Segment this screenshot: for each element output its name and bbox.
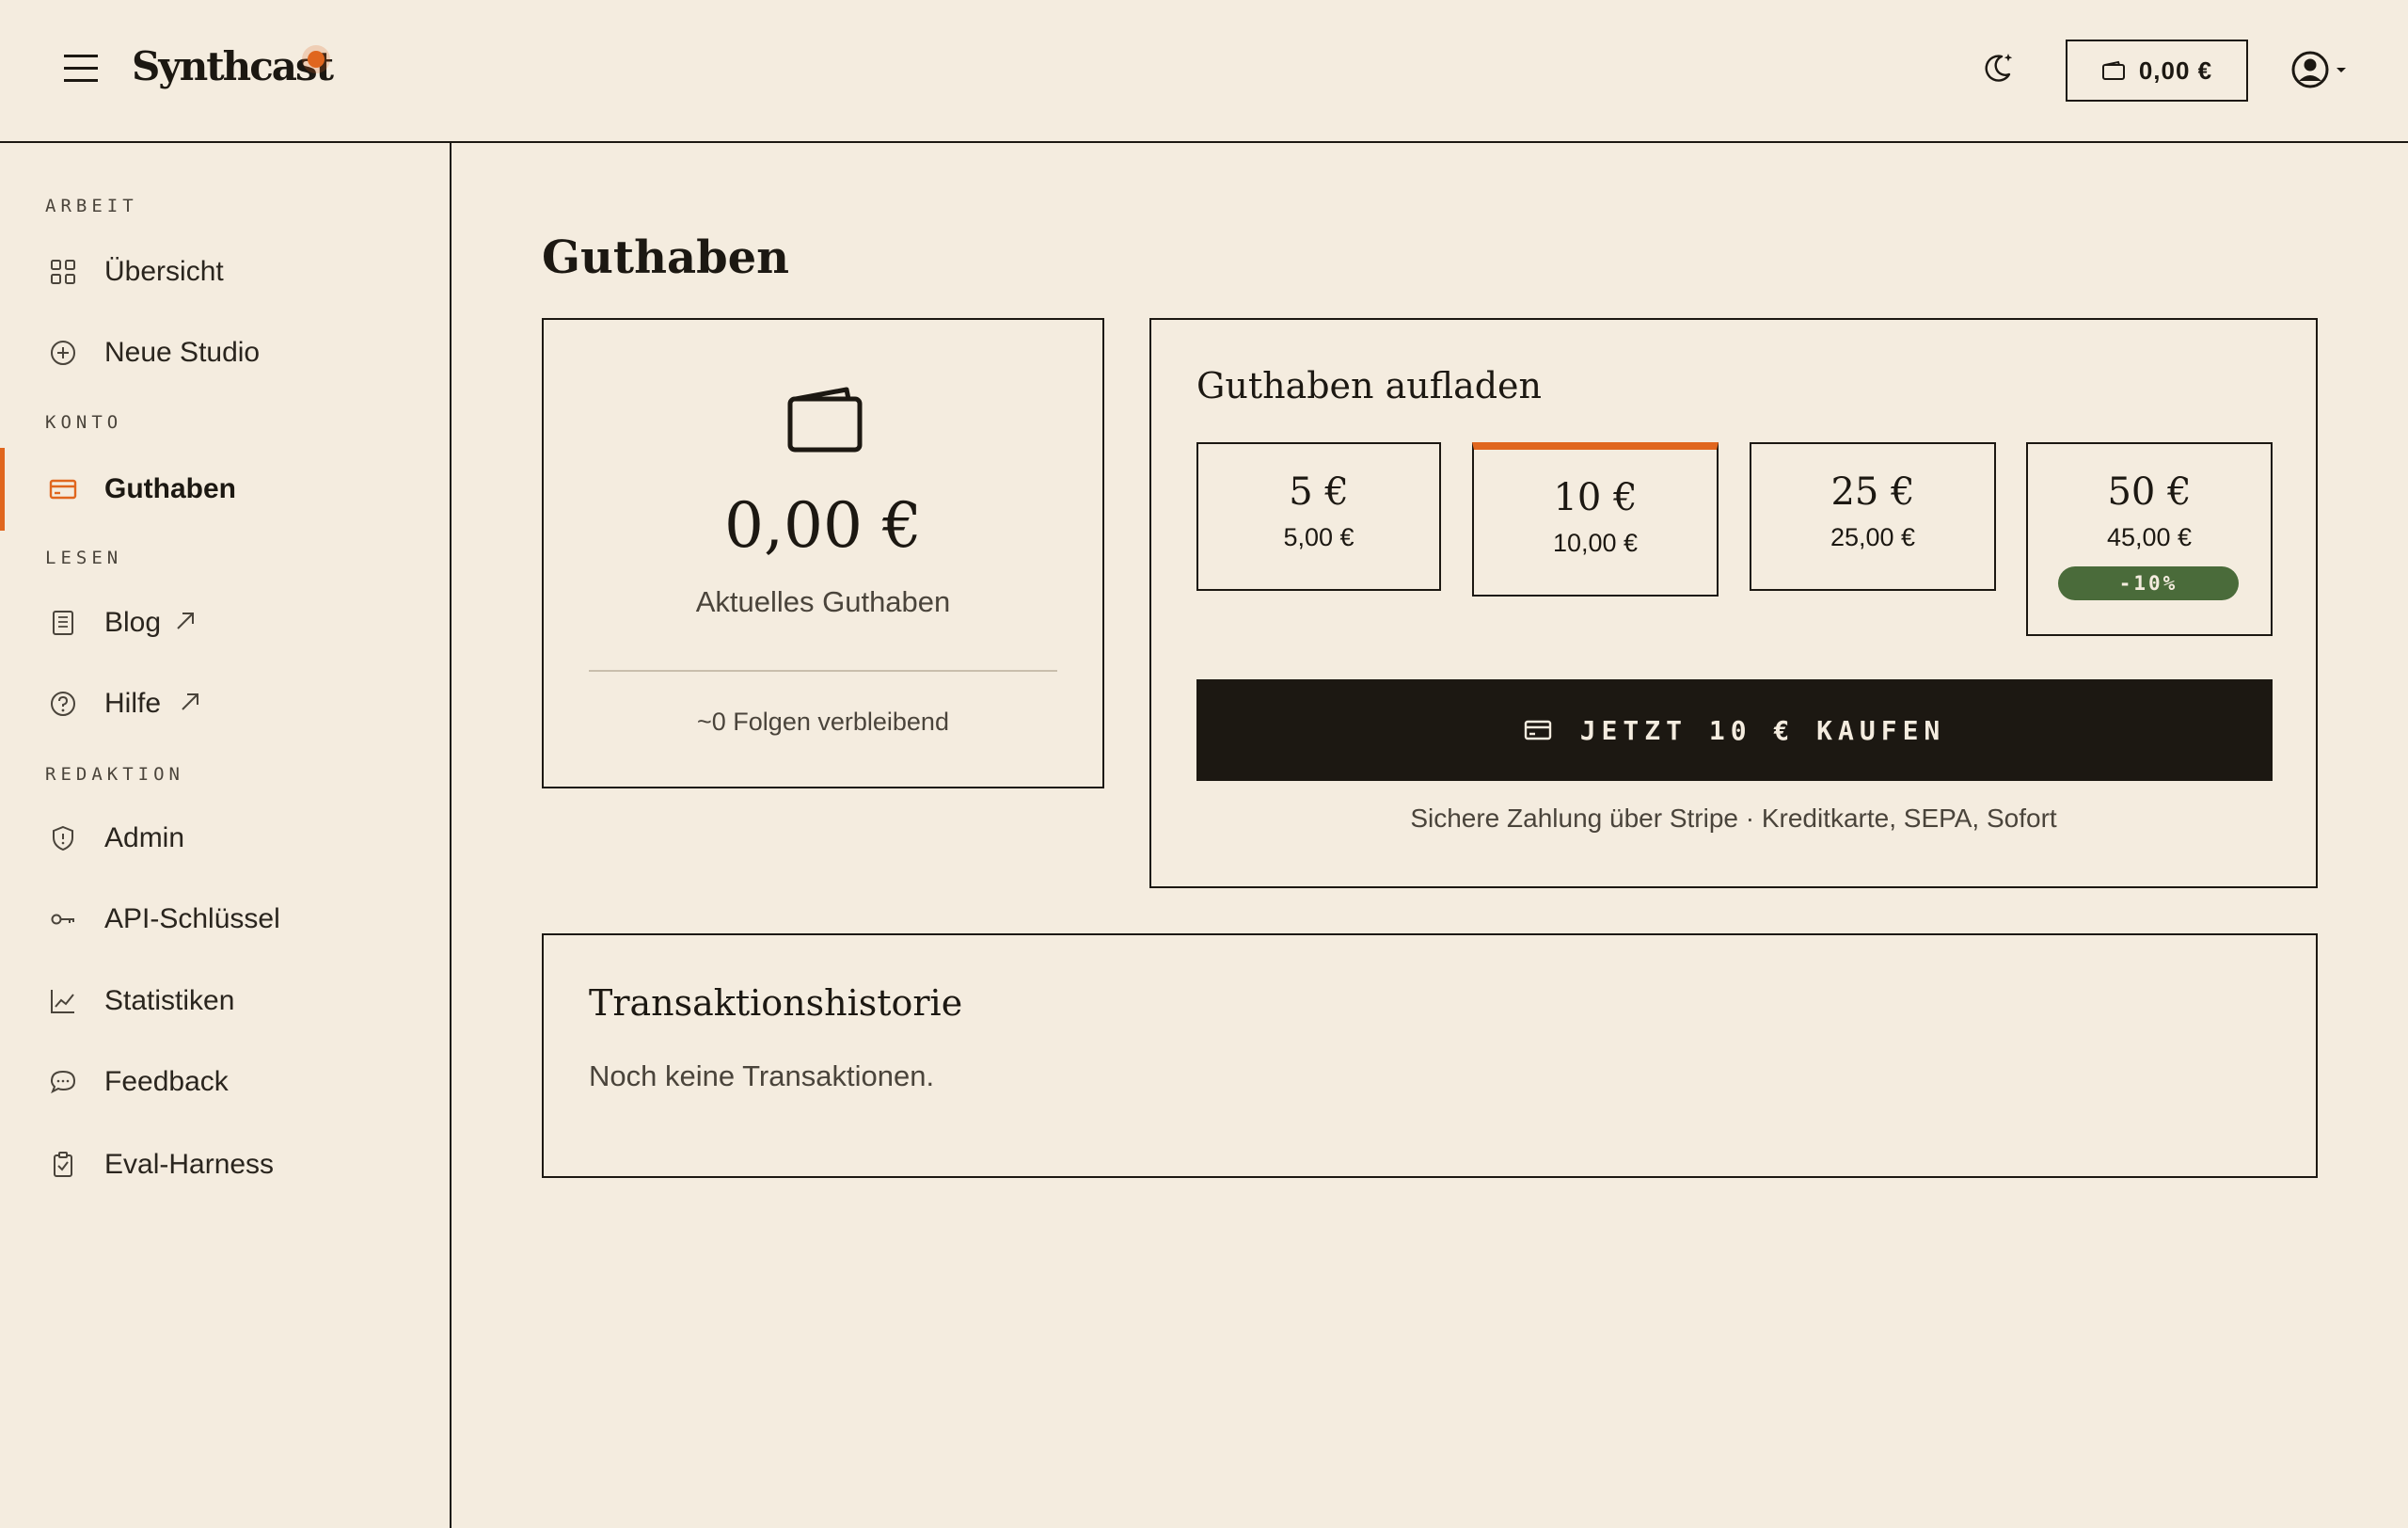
key-icon xyxy=(51,914,74,925)
sidebar-item-label: Blog xyxy=(104,607,162,638)
balance-button[interactable]: 0,00 € xyxy=(2066,40,2248,102)
pack-net-amount: 25,00 € xyxy=(1830,523,1916,551)
sidebar-item-admin[interactable]: Admin xyxy=(0,810,450,867)
pack-price: 5 € xyxy=(1289,470,1349,514)
history-title: Transaktionshistorie xyxy=(589,982,963,1024)
credit-card-icon xyxy=(1524,720,1551,740)
pack-10-euro[interactable]: 10 € 10,00 € xyxy=(1472,442,1719,597)
plus-circle-icon xyxy=(51,341,75,365)
section-label-redaktion: REDAKTION xyxy=(45,764,184,785)
sidebar-item-blog[interactable]: Blog xyxy=(0,595,450,651)
sidebar-item-label: Admin xyxy=(104,822,185,853)
chevron-down-icon xyxy=(2337,68,2346,72)
chart-line-icon xyxy=(51,990,74,1013)
user-circle-icon xyxy=(2291,51,2329,88)
pack-net-amount: 45,00 € xyxy=(2106,523,2193,551)
sidebar-item-guthaben[interactable]: Guthaben xyxy=(0,448,450,531)
sidebar-item-label: Eval-Harness xyxy=(104,1149,275,1180)
credit-card-icon xyxy=(49,479,77,500)
sidebar-item-feedback[interactable]: Feedback xyxy=(0,1054,450,1110)
pack-net-amount: 10,00 € xyxy=(1552,529,1639,557)
app-logo[interactable]: Synthcast xyxy=(132,43,334,89)
balance-amount: 0,00 € xyxy=(2138,56,2213,85)
sidebar-item-label: Feedback xyxy=(104,1066,229,1097)
grid-icon xyxy=(51,260,75,284)
external-link-icon xyxy=(177,613,194,629)
moon-icon[interactable] xyxy=(1979,49,2017,87)
pack-50-euro[interactable]: 50 € 45,00 € -10% xyxy=(2026,442,2273,636)
pack-price: 50 € xyxy=(2107,470,2192,514)
sidebar-item-eval-harness[interactable]: Eval-Harness xyxy=(0,1137,450,1193)
section-label-lesen: LESEN xyxy=(45,548,123,568)
divider xyxy=(589,670,1057,672)
sidebar-item-label: Neue Studio xyxy=(104,337,261,368)
current-balance-caption: Aktuelles Guthaben xyxy=(695,585,951,618)
episodes-remaining: ~0 Folgen verbleibend xyxy=(697,708,949,736)
sidebar-item-statistiken[interactable]: Statistiken xyxy=(0,973,450,1029)
pack-price: 25 € xyxy=(1830,470,1915,514)
sidebar-item-label: API-Schlüssel xyxy=(104,903,280,934)
pack-5-euro[interactable]: 5 € 5,00 € xyxy=(1196,442,1441,591)
sidebar-item-neue-studio[interactable]: Neue Studio xyxy=(0,325,450,381)
discount-badge: -10% xyxy=(2058,566,2239,600)
sidebar-item-label: Statistiken xyxy=(104,985,235,1016)
sidebar-item-label: Hilfe xyxy=(104,688,162,719)
sidebar: ARBEIT Übersicht Neue Studio KONTO Gutha… xyxy=(0,143,452,1528)
history-empty-state: Noch keine Transaktionen. xyxy=(589,1059,935,1092)
sidebar-item-hilfe[interactable]: Hilfe xyxy=(0,676,450,732)
wallet-icon xyxy=(2101,60,2125,80)
pack-price: 10 € xyxy=(1553,476,1638,519)
pack-net-amount: 5,00 € xyxy=(1283,523,1354,551)
transaction-history-card: Transaktionshistorie Noch keine Transakt… xyxy=(542,933,2318,1178)
clipboard-check-icon xyxy=(54,1152,72,1177)
top-bar: Synthcast 0,00 € xyxy=(0,0,2408,143)
wallet-icon xyxy=(787,387,863,453)
active-indicator xyxy=(0,448,5,531)
sidebar-item-uebersicht[interactable]: Übersicht xyxy=(0,244,450,300)
balance-card: 0,00 € Aktuelles Guthaben ~0 Folgen verb… xyxy=(542,318,1104,788)
shield-icon xyxy=(53,825,73,852)
page-title: Guthaben xyxy=(542,231,790,284)
payment-note: Sichere Zahlung über Stripe · Kreditkart… xyxy=(1410,804,2057,833)
section-label-arbeit: ARBEIT xyxy=(45,196,138,216)
pack-25-euro[interactable]: 25 € 25,00 € xyxy=(1750,442,1996,591)
section-label-konto: KONTO xyxy=(45,412,123,433)
buy-button[interactable]: JETZT 10 € KAUFEN xyxy=(1196,679,2273,781)
sidebar-item-api-schluessel[interactable]: API-Schlüssel xyxy=(0,891,450,947)
user-menu[interactable] xyxy=(2289,49,2350,90)
topup-title: Guthaben aufladen xyxy=(1196,365,1543,406)
topup-card: Guthaben aufladen 5 € 5,00 € 10 € 10,00 … xyxy=(1149,318,2318,888)
sidebar-item-label: Übersicht xyxy=(104,256,224,287)
buy-button-label: JETZT 10 € KAUFEN xyxy=(1579,714,1946,746)
menu-icon[interactable] xyxy=(64,55,98,83)
chat-bubble-icon xyxy=(50,1070,76,1094)
sidebar-item-label: Guthaben xyxy=(104,473,236,504)
external-link-icon xyxy=(182,693,198,710)
current-balance-amount: 0,00 € xyxy=(724,489,922,562)
document-icon xyxy=(53,611,73,635)
help-circle-icon xyxy=(51,692,75,716)
logo-dot xyxy=(308,51,325,68)
